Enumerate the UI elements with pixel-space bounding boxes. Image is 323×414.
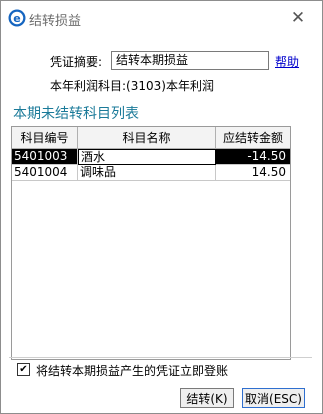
divider xyxy=(9,357,312,358)
cancel-button[interactable]: 取消(ESC) xyxy=(242,388,305,408)
table-row[interactable]: 5401004 调味品 14.50 xyxy=(12,165,290,181)
cell-name: 调味品 xyxy=(78,165,216,181)
profit-account-line: 本年利润科目:(3103)本年利润 xyxy=(50,79,214,93)
post-immediately-label[interactable]: 将结转本期损益产生的凭证立即登账 xyxy=(36,362,228,379)
close-icon[interactable]: ✕ xyxy=(287,7,309,29)
summary-label: 凭证摘要: xyxy=(50,55,103,69)
checkmark-icon: ✔ xyxy=(19,364,28,375)
title-bar: e 结转损益 ✕ xyxy=(1,1,322,35)
post-immediately-checkbox[interactable]: ✔ xyxy=(17,363,30,376)
cell-code: 5401003 xyxy=(12,149,78,165)
column-header-name[interactable]: 科目名称 xyxy=(78,127,216,149)
table-row[interactable]: 5401003 酒水 -14.50 xyxy=(12,149,290,165)
e-logo-icon: e xyxy=(8,9,26,27)
cell-amount: 14.50 xyxy=(216,165,290,181)
section-title: 本期未结转科目列表 xyxy=(9,104,312,124)
cell-code: 5401004 xyxy=(12,165,78,181)
window-title: 结转损益 xyxy=(29,14,82,29)
column-header-amount[interactable]: 应结转金额 xyxy=(216,127,290,149)
summary-input[interactable]: 结转本期损益 xyxy=(111,51,269,70)
account-table: 科目编号 科目名称 应结转金额 5401003 酒水 -14.50 540100… xyxy=(11,126,291,360)
column-header-code[interactable]: 科目编号 xyxy=(12,127,78,149)
cell-amount: -14.50 xyxy=(216,149,290,165)
transfer-button[interactable]: 结转(K) xyxy=(180,388,234,408)
cell-name[interactable]: 酒水 xyxy=(78,149,216,165)
dialog-body: 凭证摘要: 结转本期损益 帮助 本年利润科目:(3103)本年利润 本期未结转科… xyxy=(7,35,312,411)
help-link[interactable]: 帮助 xyxy=(275,53,299,70)
svg-text:e: e xyxy=(13,12,20,25)
dialog-window: e 结转损益 ✕ 凭证摘要: 结转本期损益 帮助 本年利润科目:(3103)本年… xyxy=(0,0,323,414)
table-header: 科目编号 科目名称 应结转金额 xyxy=(12,127,290,149)
